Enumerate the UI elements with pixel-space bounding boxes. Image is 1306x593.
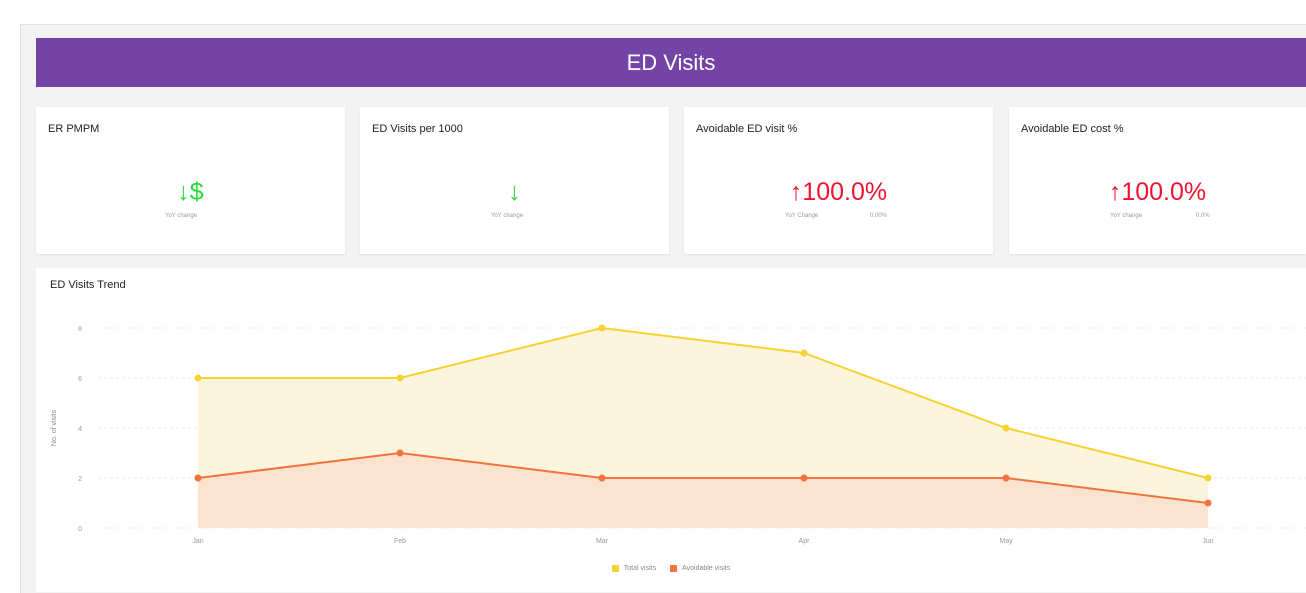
point-total-visits[interactable] [598, 324, 606, 332]
y-tick-label: 6 [78, 376, 82, 383]
kpi-title: Avoidable ED cost % [1021, 123, 1124, 135]
point-total-visits[interactable] [800, 349, 808, 357]
legend-item-total-visits[interactable]: Total visits [611, 565, 657, 572]
x-tick-label: Jun [1202, 538, 1213, 545]
legend-label: Total visits [623, 565, 657, 572]
kpi-card-er-pmpm: ER PMPM ↓$ YoY change [36, 107, 345, 254]
point-avoidable-visits[interactable] [1002, 474, 1010, 482]
point-total-visits[interactable] [1002, 424, 1010, 432]
x-tick-label: Feb [394, 538, 406, 545]
point-avoidable-visits[interactable] [396, 449, 404, 457]
legend-item-avoidable-visits[interactable]: Avoidable visits [670, 565, 730, 572]
x-tick-label: May [999, 538, 1013, 545]
point-avoidable-visits[interactable] [1204, 499, 1212, 507]
page-title: ED Visits [626, 49, 716, 75]
yoy-change-label: YoY Change [785, 213, 819, 219]
point-total-visits[interactable] [1204, 474, 1212, 482]
yoy-change-label: YoY change [491, 213, 524, 219]
chart-legend: Total visits Avoidable visits [36, 565, 1306, 572]
point-total-visits[interactable] [396, 374, 404, 382]
y-tick-label: 4 [78, 426, 82, 433]
kpi-value: ↑100.0% [1108, 178, 1207, 206]
kpi-title: ED Visits per 1000 [372, 123, 463, 135]
y-tick-label: 0 [78, 526, 82, 533]
legend-label: Avoidable visits [682, 565, 731, 572]
kpi-value: ↓$ [177, 178, 204, 206]
y-tick-label: 2 [78, 476, 82, 483]
dashboard-header: ED Visits [36, 38, 1306, 87]
y-tick-label: 8 [78, 326, 82, 333]
legend-swatch-avoidable-visits [670, 565, 678, 572]
kpi-title: ER PMPM [48, 123, 100, 135]
point-avoidable-visits[interactable] [194, 474, 202, 482]
x-tick-label: Apr [799, 538, 811, 545]
yoy-change-label: YoY change [1110, 213, 1143, 219]
x-tick-label: Jan [192, 538, 203, 545]
x-tick-label: Mar [596, 538, 609, 545]
point-total-visits[interactable] [194, 374, 202, 382]
yoy-change-label: YoY change [165, 213, 198, 219]
yoy-change-value: 0.00% [870, 213, 888, 219]
yoy-change-value: 0.0% [1196, 213, 1210, 219]
kpi-card-avoidable-ed-visit-pct: Avoidable ED visit % ↑100.0% YoY Change … [684, 107, 993, 254]
kpi-card-avoidable-ed-cost-pct: Avoidable ED cost % ↑100.0% YoY change 0… [1009, 107, 1306, 254]
ed-visits-trend-card: ED Visits Trend 0 2 4 6 8 Jan Feb Mar Apr May Jun N… [36, 268, 1306, 592]
kpi-card-ed-visits-per-1000: ED Visits per 1000 ↓ YoY change [360, 107, 669, 254]
point-avoidable-visits[interactable] [800, 474, 808, 482]
y-axis-label: No. of visits [51, 409, 58, 446]
legend-swatch-total-visits [611, 565, 619, 572]
point-avoidable-visits[interactable] [598, 474, 606, 482]
kpi-value: ↓ [508, 178, 521, 206]
ed-visits-trend-chart: 0 2 4 6 8 Jan Feb Mar Apr May Jun No. of visits [51, 324, 1306, 545]
kpi-title: Avoidable ED visit % [696, 123, 798, 135]
kpi-value: ↑100.0% [789, 178, 888, 206]
